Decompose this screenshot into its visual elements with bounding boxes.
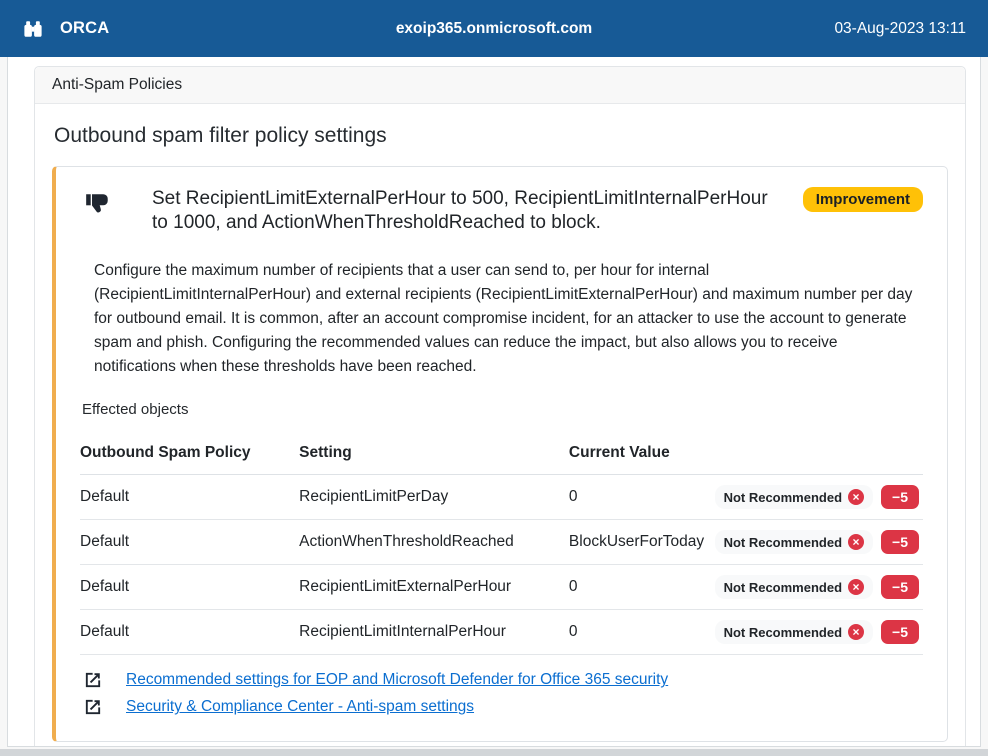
cell-value: 0 xyxy=(569,610,729,655)
tenant-domain: exoip365.onmicrosoft.com xyxy=(396,20,592,38)
binoculars-icon xyxy=(22,18,44,40)
cell-policy: Default xyxy=(80,565,299,610)
score-badge: −5 xyxy=(881,575,919,599)
score-badge: −5 xyxy=(881,485,919,509)
col-header-current-value: Current Value xyxy=(569,434,729,475)
circle-x-icon: × xyxy=(848,534,864,550)
col-header-setting: Setting xyxy=(299,434,569,475)
col-header-policy: Outbound Spam Policy xyxy=(80,434,299,475)
table-row: Default RecipientLimitInternalPerHour 0 … xyxy=(80,610,923,655)
external-link-icon xyxy=(84,698,102,716)
app-brand: ORCA xyxy=(60,19,109,38)
cell-value: 0 xyxy=(569,475,729,520)
external-link-icon xyxy=(84,671,102,689)
col-header-status xyxy=(729,434,923,475)
status-badge: Not Recommended× xyxy=(715,575,873,599)
anti-spam-policies-card: Anti-Spam Policies Outbound spam filter … xyxy=(34,66,966,747)
cell-setting: ActionWhenThresholdReached xyxy=(299,520,569,565)
circle-x-icon: × xyxy=(848,579,864,595)
recommendation-card: Set RecipientLimitExternalPerHour to 500… xyxy=(52,166,948,742)
table-row: Default ActionWhenThresholdReached Block… xyxy=(80,520,923,565)
cell-setting: RecipientLimitExternalPerHour xyxy=(299,565,569,610)
recommendation-description: Configure the maximum number of recipien… xyxy=(94,259,923,379)
link-eop-recommended-settings[interactable]: Recommended settings for EOP and Microso… xyxy=(126,671,668,689)
cell-policy: Default xyxy=(80,520,299,565)
cell-value: BlockUserForToday xyxy=(569,520,729,565)
cell-policy: Default xyxy=(80,610,299,655)
table-row: Default RecipientLimitExternalPerHour 0 … xyxy=(80,565,923,610)
cell-setting: RecipientLimitPerDay xyxy=(299,475,569,520)
link-security-compliance-antispam[interactable]: Security & Compliance Center - Anti-spam… xyxy=(126,698,474,716)
circle-x-icon: × xyxy=(848,489,864,505)
score-badge: −5 xyxy=(881,530,919,554)
improvement-badge: Improvement xyxy=(803,187,923,212)
thumbs-down-icon xyxy=(84,204,110,221)
status-badge: Not Recommended× xyxy=(715,620,873,644)
report-container: Anti-Spam Policies Outbound spam filter … xyxy=(7,57,981,747)
section-title: Outbound spam filter policy settings xyxy=(54,124,948,148)
top-navbar: ORCA exoip365.onmicrosoft.com 03-Aug-202… xyxy=(0,0,988,57)
page-bottom-edge xyxy=(0,749,988,756)
table-row: Default RecipientLimitPerDay 0 Not Recom… xyxy=(80,475,923,520)
circle-x-icon: × xyxy=(848,624,864,640)
status-badge: Not Recommended× xyxy=(715,530,873,554)
cell-setting: RecipientLimitInternalPerHour xyxy=(299,610,569,655)
reference-links: Recommended settings for EOP and Microso… xyxy=(84,671,923,716)
effected-objects-label: Effected objects xyxy=(82,401,923,418)
report-datetime: 03-Aug-2023 13:11 xyxy=(592,20,966,38)
card-header: Anti-Spam Policies xyxy=(35,67,965,104)
cell-value: 0 xyxy=(569,565,729,610)
cell-policy: Default xyxy=(80,475,299,520)
status-badge: Not Recommended× xyxy=(715,485,873,509)
recommendation-title: Set RecipientLimitExternalPerHour to 500… xyxy=(152,187,772,235)
effected-objects-table: Outbound Spam Policy Setting Current Val… xyxy=(80,434,923,655)
score-badge: −5 xyxy=(881,620,919,644)
